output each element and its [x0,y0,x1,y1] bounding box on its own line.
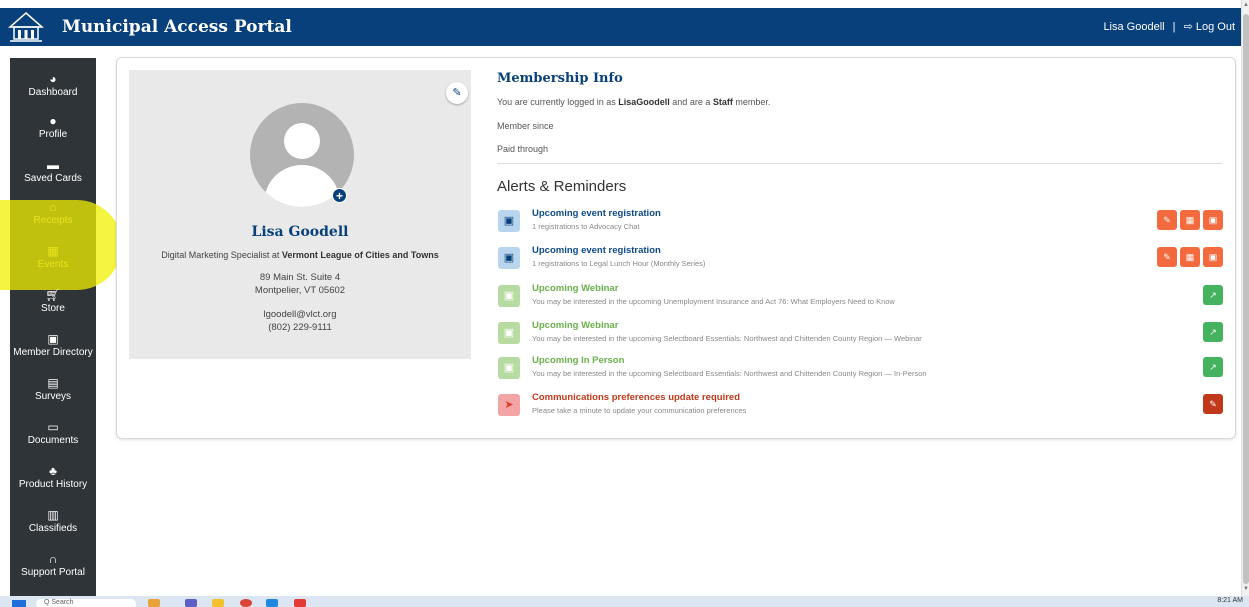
taskbar-search-input[interactable]: Q Search [36,599,136,607]
section-divider [497,163,1222,164]
paper-plane-icon: ➤ [498,394,520,416]
logout-icon[interactable]: ⇨ [1184,20,1193,33]
bank-icon: ⌂ [49,200,57,214]
page-scrollbar[interactable]: ▲ ▼ [1241,0,1249,596]
taskbar-explorer-icon[interactable] [212,599,224,607]
cart-icon: 🛒︎ [45,288,61,302]
profile-email: lgoodell@vlct.org [263,309,337,320]
qr-code-icon[interactable]: ▦ [1180,210,1200,230]
calendar-icon: ▣ [498,285,520,307]
edit-square-icon[interactable]: ✎ [1203,394,1223,414]
sidebar-item-member-directory[interactable]: ▣ Member Directory [10,332,96,358]
app-title: Municipal Access Portal [62,17,292,37]
profile-address-line1: 89 Main St. Suite 4 [259,272,341,283]
sidebar-overlay: ⌂ Receipts ▦ Events 🛒︎ Store ▣ Member Di… [10,58,96,596]
profile-address-line2: Montpelier, VT 05602 [254,285,346,296]
logout-link[interactable]: Log Out [1196,21,1235,33]
newspaper-icon: ▥ [47,508,59,522]
edit-profile-pencil-icon[interactable]: ✎ [446,82,468,104]
alert-item: ▣ Upcoming event registration 1 registra… [498,245,1223,275]
alert-item: ▣ Upcoming event registration 1 registra… [498,208,1223,238]
os-taskbar: Q Search 8:21 AM [0,596,1249,607]
taskbar-clock: 8:21 AM [1217,597,1243,604]
calendar-add-icon[interactable]: ▣ [1203,210,1223,230]
header-separator: | [1172,21,1176,33]
taskbar-teams-icon[interactable] [185,599,197,607]
edit-pencil-icon[interactable]: ✎ [1157,247,1177,267]
paid-through-label: Paid through [497,144,549,154]
sidebar-item-surveys[interactable]: ▤ Surveys [10,376,96,402]
alert-item: ➤ Communications preferences update requ… [498,392,1223,422]
sidebar-item-product-history[interactable]: ♣ Product History [10,464,96,490]
headset-icon: ∩ [48,552,58,566]
top-gap [0,0,1249,8]
folder-icon: ▭ [47,420,59,434]
scrollbar-thumb[interactable] [1243,14,1249,584]
sidebar-item-store[interactable]: 🛒︎ Store [10,288,96,314]
contact-icon: ▣ [47,332,59,346]
municipal-logo-icon [8,12,44,42]
open-external-icon[interactable]: ↗ [1203,357,1223,377]
taskbar-chrome-icon[interactable] [240,599,252,607]
sidebar-item-events[interactable]: ▦ Events [10,244,96,270]
alert-item: ▣ Upcoming Webinar You may be interested… [498,283,1223,313]
profile-phone: (802) 229-9111 [268,322,332,333]
sidebar-item-documents[interactable]: ▭ Documents [10,420,96,446]
cubes-icon: ♣ [49,464,57,478]
scroll-up-icon[interactable]: ▲ [1243,2,1249,8]
alert-item: ▣ Upcoming Webinar You may be interested… [498,320,1223,350]
user-name-link[interactable]: Lisa Goodell [1103,21,1164,33]
taskbar-app-icon[interactable] [148,599,160,607]
qr-code-icon[interactable]: ▦ [1180,247,1200,267]
calendar-check-icon: ▣ [498,247,520,269]
open-external-icon[interactable]: ↗ [1203,285,1223,305]
calendar-icon: ▦ [47,244,59,258]
membership-info-title: Membership Info [497,71,623,86]
profile-name: Lisa Goodell [251,224,349,240]
open-external-icon[interactable]: ↗ [1203,322,1223,342]
sidebar-item-support-portal[interactable]: ∩ Support Portal [10,552,96,578]
taskbar-pdf-icon[interactable] [294,599,306,607]
header-bar: Municipal Access Portal Lisa Goodell | ⇨… [0,8,1241,46]
taskbar-outlook-icon[interactable] [266,599,278,607]
profile-organization: Vermont League of Cities and Towns [281,250,439,260]
calendar-icon: ▣ [498,357,520,379]
scroll-down-icon[interactable]: ▼ [1243,586,1249,592]
membership-login-text: You are currently logged in as LisaGoode… [497,97,771,107]
add-photo-plus-icon[interactable]: + [332,188,347,203]
calendar-add-icon[interactable]: ▣ [1203,247,1223,267]
member-since-label: Member since [497,121,554,131]
sidebar-item-classifieds[interactable]: ▥ Classifieds [10,508,96,534]
profile-job-title: Digital Marketing Specialist at Vermont … [161,250,439,260]
alert-item: ▣ Upcoming In Person You may be interest… [498,355,1223,385]
windows-start-icon[interactable] [12,600,26,607]
calendar-check-icon: ▣ [498,210,520,232]
sidebar-item-receipts[interactable]: ⌂ Receipts [10,200,96,226]
calendar-icon: ▣ [498,322,520,344]
membership-username: LisaGoodell [618,97,670,107]
membership-type: Staff [712,97,733,107]
user-area: Lisa Goodell | ⇨ Log Out [1103,20,1235,33]
edit-pencil-icon[interactable]: ✎ [1157,210,1177,230]
survey-icon: ▤ [47,376,59,390]
alerts-title: Alerts & Reminders [497,178,627,195]
